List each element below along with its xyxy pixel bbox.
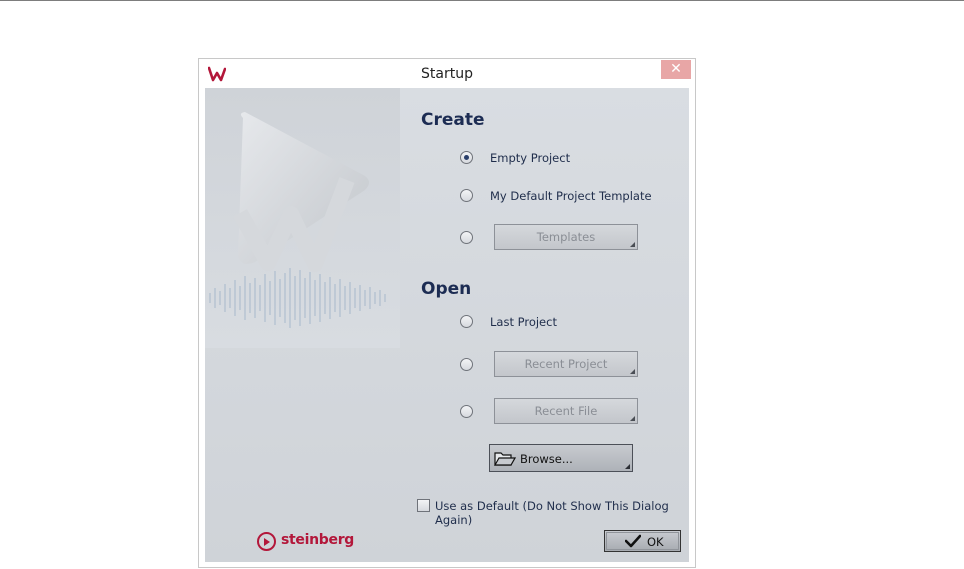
title-bar[interactable]: Startup ✕ xyxy=(199,59,695,89)
open-heading: Open xyxy=(421,279,472,299)
dialog-body: Create Empty Project My Default Project … xyxy=(205,88,689,562)
ok-button[interactable]: OK xyxy=(604,530,681,552)
recent-project-button-label: Recent Project xyxy=(524,357,608,371)
dropdown-corner-icon xyxy=(625,464,630,469)
templates-button-label: Templates xyxy=(536,230,596,244)
dropdown-corner-icon xyxy=(630,416,635,421)
checkmark-icon xyxy=(625,534,641,548)
radio-default-template[interactable] xyxy=(460,189,473,202)
startup-dialog: Startup ✕ Create Empty Project My Defaul… xyxy=(198,58,696,568)
recent-file-button-label: Recent File xyxy=(534,404,598,418)
browse-button-label: Browse... xyxy=(520,452,573,466)
dropdown-corner-icon xyxy=(630,242,635,247)
radio-last-project[interactable] xyxy=(460,315,473,328)
dropdown-corner-icon xyxy=(630,369,635,374)
use-default-label: Use as Default (Do Not Show This Dialog … xyxy=(435,499,669,527)
radio-recent-project[interactable] xyxy=(460,358,473,371)
recent-file-button[interactable]: Recent File xyxy=(494,398,638,424)
steinberg-logo-icon xyxy=(257,532,276,551)
window-title: Startup xyxy=(421,66,473,82)
radio-empty-project[interactable] xyxy=(460,151,473,164)
label-default-template: My Default Project Template xyxy=(490,189,652,203)
label-last-project: Last Project xyxy=(490,315,557,329)
ok-button-label: OK xyxy=(647,535,664,549)
browse-button[interactable]: Browse... xyxy=(489,444,633,472)
label-empty-project: Empty Project xyxy=(490,151,571,165)
recent-project-button[interactable]: Recent Project xyxy=(494,351,638,377)
close-button[interactable]: ✕ xyxy=(661,60,691,79)
radio-recent-file[interactable] xyxy=(460,405,473,418)
top-divider xyxy=(0,0,964,1)
folder-open-icon xyxy=(494,452,516,466)
radio-templates[interactable] xyxy=(460,231,473,244)
templates-button[interactable]: Templates xyxy=(494,224,638,250)
create-heading: Create xyxy=(421,110,485,130)
use-default-checkbox[interactable] xyxy=(417,499,430,512)
wavelab-artwork-icon xyxy=(205,88,400,348)
brand-name: steinberg xyxy=(281,532,355,548)
